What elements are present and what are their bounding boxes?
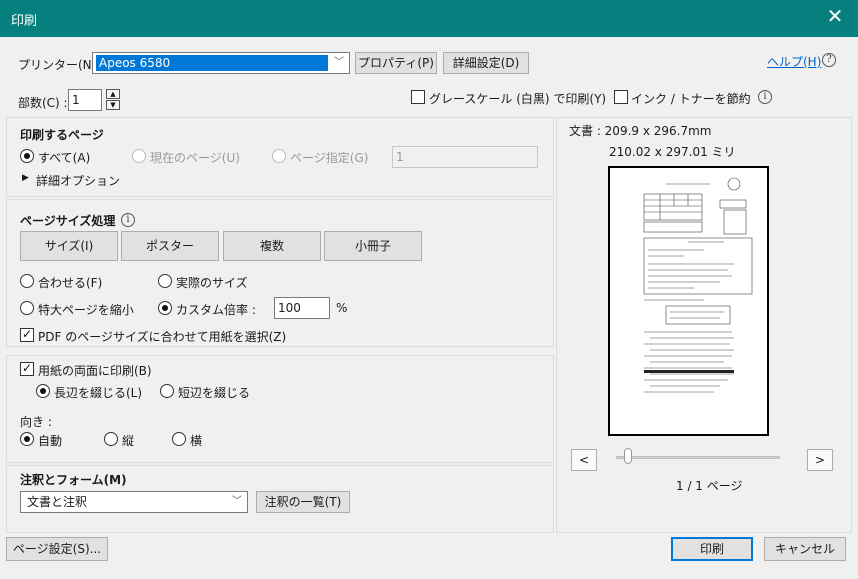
short-edge-radio[interactable] [160,384,174,398]
info-icon[interactable]: i [758,90,772,104]
actual-size-radio[interactable] [158,274,172,288]
comments-forms-selected: 文書と注釈 [27,495,88,509]
previous-page-button[interactable]: < [571,449,597,471]
shrink-oversized-radio[interactable] [20,301,34,315]
copies-stepper[interactable]: ▲ ▼ [106,89,120,111]
advanced-settings-button[interactable]: 詳細設定(D) [443,52,529,74]
chevron-down-icon: ﹀ [232,496,242,507]
size-tab-button[interactable]: サイズ(I) [20,231,118,261]
duplex-checkbox[interactable] [20,361,34,376]
all-pages-radio[interactable] [20,149,34,163]
current-page-radio[interactable] [132,149,146,163]
properties-button[interactable]: プロパティ(P) [355,52,437,74]
info-icon[interactable]: i [121,213,135,227]
grayscale-label: グレースケール (白黒) で印刷(Y) [429,92,607,106]
pages-to-print-title: 印刷するページ [20,128,104,142]
expand-triangle-icon[interactable]: ▶ [22,173,29,183]
long-edge-label: 長辺を綴じる(L) [54,386,143,400]
landscape-label: 横 [190,434,203,448]
cancel-button[interactable]: キャンセル [764,537,846,561]
copies-input[interactable]: 1 [68,89,102,111]
help-link[interactable]: ヘルプ(H) [767,53,821,70]
auto-orientation-label: 自動 [38,434,63,448]
duplex-label: 用紙の両面に印刷(B) [38,364,152,378]
pdf-page-size-label: PDF のページサイズに合わせて用紙を選択(Z) [38,330,287,344]
page-preview [608,166,769,436]
chevron-down-icon: ﹀ [334,57,344,68]
custom-scale-radio[interactable] [158,301,172,315]
shrink-oversized-label: 特大ページを縮小 [38,303,134,317]
document-size: 文書 : 209.9 x 296.7mm [569,124,712,138]
percent-unit: % [336,301,348,315]
page-slider-track[interactable] [616,456,780,459]
paper-size: 210.02 x 297.01 ミリ [609,145,736,159]
comments-forms-select[interactable]: 文書と注釈 ﹀ [20,491,248,513]
pdf-page-size-checkbox[interactable] [20,327,34,342]
page-slider-thumb[interactable] [624,448,632,464]
help-icon[interactable]: ? [822,53,836,67]
page-indicator: 1 / 1 ページ [676,479,743,493]
page-range-radio[interactable] [272,149,286,163]
stepper-up-icon[interactable]: ▲ [106,89,120,99]
save-ink-label: インク / トナーを節約 [631,92,751,106]
poster-tab-button[interactable]: ポスター [121,231,219,261]
window-title: 印刷 [11,14,38,29]
next-page-button[interactable]: > [807,449,833,471]
fit-radio[interactable] [20,274,34,288]
landscape-radio[interactable] [172,432,186,446]
short-edge-label: 短辺を綴じる [178,386,251,400]
page-setup-button[interactable]: ページ設定(S)... [6,537,108,561]
custom-scale-label: カスタム倍率 : [176,303,256,317]
custom-scale-input[interactable]: 100 [274,297,330,319]
comments-summary-button[interactable]: 注釈の一覧(T) [256,491,350,513]
stepper-down-icon[interactable]: ▼ [106,100,120,110]
save-ink-checkbox[interactable] [614,90,628,104]
portrait-radio[interactable] [104,432,118,446]
printer-select[interactable]: Apeos 6580 ﹀ [92,52,350,74]
portrait-label: 縦 [122,434,135,448]
actual-size-label: 実際のサイズ [176,276,248,290]
comments-forms-title: 注釈とフォーム(M) [20,473,127,487]
orientation-title: 向き : [20,415,52,429]
title-bar: 印刷 ✕ [0,0,858,37]
copies-label: 部数(C) : [18,96,68,110]
page-sizing-title: ページサイズ処理 [20,214,116,228]
printer-selected-value: Apeos 6580 [96,55,328,71]
current-page-label: 現在のページ(U) [150,151,240,165]
page-range-input[interactable]: 1 [392,146,538,168]
print-button[interactable]: 印刷 [671,537,753,561]
long-edge-radio[interactable] [36,384,50,398]
print-dialog: プリンター(N) : Apeos 6580 ﹀ プロパティ(P) 詳細設定(D)… [0,37,858,579]
multiple-tab-button[interactable]: 複数 [223,231,321,261]
all-pages-label: すべて(A) [38,151,91,165]
close-icon[interactable]: ✕ [822,4,848,28]
fit-label: 合わせる(F) [38,276,103,290]
auto-orientation-radio[interactable] [20,432,34,446]
preview-page-thumbnail [643,177,753,393]
more-options-toggle[interactable]: 詳細オプション [36,172,120,189]
grayscale-checkbox[interactable] [411,90,425,104]
booklet-tab-button[interactable]: 小冊子 [324,231,422,261]
page-range-label: ページ指定(G) [290,151,369,165]
